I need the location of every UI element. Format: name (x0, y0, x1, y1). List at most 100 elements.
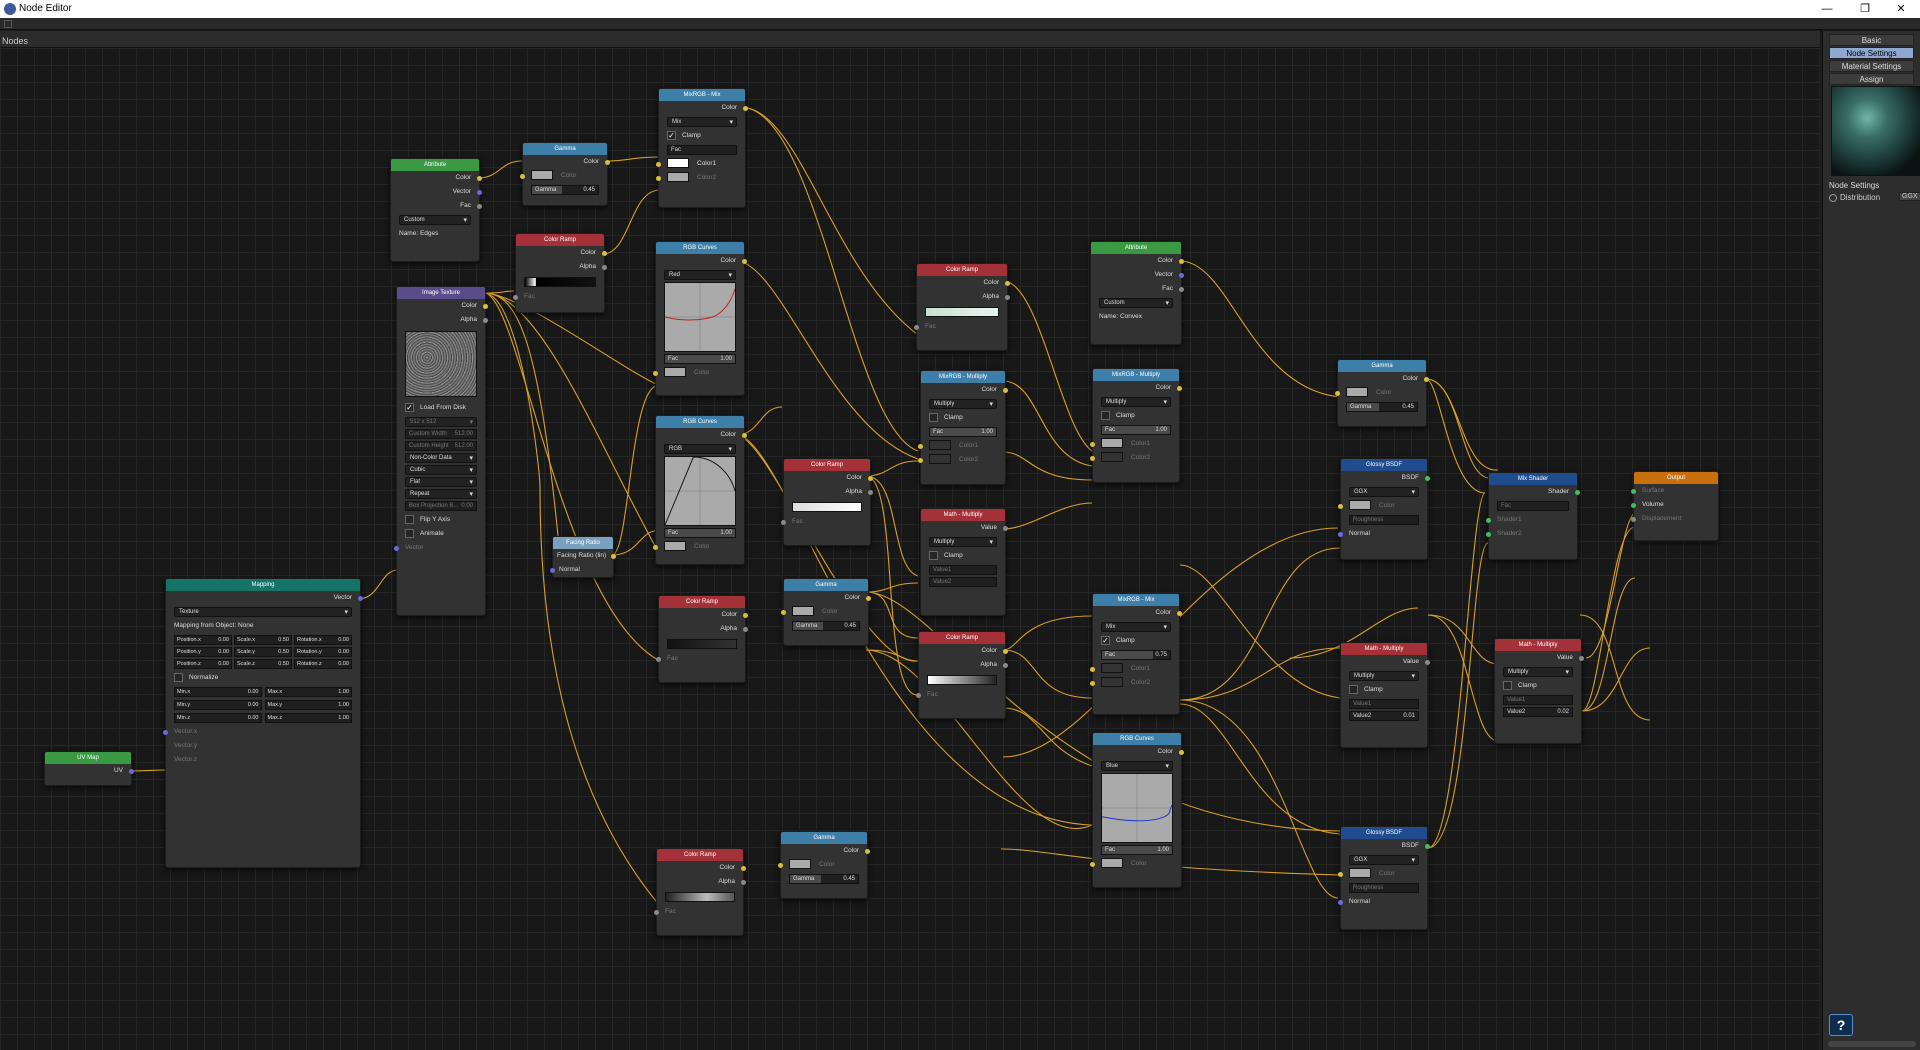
distribution-value[interactable]: GGX (1899, 192, 1920, 201)
minimize-button[interactable]: — (1812, 1, 1842, 17)
node-math-multiply[interactable]: Math - Multiply Value Multiply Clamp Val… (1340, 642, 1430, 748)
output-socket[interactable] (741, 866, 746, 871)
input-socket[interactable] (1090, 862, 1095, 867)
input-socket[interactable] (1338, 872, 1343, 877)
node-output[interactable]: Output Surface Volume Displacement (1631, 471, 1719, 541)
operation-dropdown[interactable]: Multiply (1349, 671, 1419, 681)
output-socket[interactable] (742, 433, 747, 438)
rotation-x-field[interactable]: Rotation.x 0.00 (294, 635, 352, 645)
node-title[interactable]: Attribute (391, 159, 479, 171)
distribution-dropdown[interactable]: GGX (1349, 855, 1419, 865)
roughness-slider[interactable]: Roughness (1349, 883, 1419, 893)
attribute-type-dropdown[interactable]: Custom (399, 215, 471, 225)
input-socket[interactable] (163, 730, 168, 735)
value2-field[interactable]: Value2 0.02 (1503, 707, 1573, 717)
node-canvas[interactable]: UV Map UV Mapping Vector Texture Mapping… (0, 48, 1820, 1050)
input-socket[interactable] (1631, 517, 1636, 522)
node-mapping[interactable]: Mapping Vector Texture Mapping from Obje… (163, 578, 363, 868)
extension-dropdown[interactable]: Repeat (405, 489, 477, 499)
input-socket[interactable] (653, 545, 658, 550)
node-gamma[interactable]: Gamma Color Color Gamma 0.45 (778, 831, 870, 899)
input-socket[interactable] (916, 693, 921, 698)
node-title[interactable]: Glossy BSDF (1341, 827, 1427, 839)
node-title[interactable]: Color Ramp (657, 849, 743, 861)
roughness-slider[interactable]: Roughness (1349, 515, 1419, 525)
interpolation-dropdown[interactable]: Cubic (405, 465, 477, 475)
input-socket[interactable] (513, 295, 518, 300)
projection-dropdown[interactable]: Flat (405, 477, 477, 487)
node-color-ramp[interactable]: Color Ramp Color Alpha Fac (656, 595, 748, 683)
node-mixrgb-multiply[interactable]: MixRGB - Multiply Color Multiply Clamp F… (1090, 368, 1182, 483)
fac-slider[interactable]: Fac (1497, 501, 1569, 511)
color-swatch[interactable] (1101, 452, 1123, 463)
horizontal-scrollbar[interactable] (1828, 1041, 1916, 1047)
node-glossy-bsdf[interactable]: Glossy BSDF BSDF GGX Color Roughness Nor… (1338, 458, 1430, 560)
node-title[interactable]: MixRGB - Mix (659, 89, 745, 101)
color-swatch[interactable] (667, 158, 689, 169)
node-title[interactable]: Gamma (523, 143, 607, 155)
min-x-field[interactable]: Min.x 0.00 (174, 687, 262, 697)
output-socket[interactable] (1177, 611, 1182, 616)
node-title[interactable]: RGB Curves (1093, 733, 1181, 745)
color-swatch[interactable] (1101, 858, 1123, 869)
node-title[interactable]: Color Ramp (516, 234, 604, 246)
input-socket[interactable] (778, 863, 783, 868)
output-socket[interactable] (602, 251, 607, 256)
min-y-field[interactable]: Min.y 0.00 (174, 700, 262, 710)
color-ramp-gradient[interactable] (665, 892, 735, 902)
node-title[interactable]: Gamma (784, 579, 868, 591)
node-title[interactable]: MixRGB - Multiply (1093, 369, 1179, 381)
attribute-name-field[interactable]: Name: Edges (391, 227, 479, 241)
close-button[interactable]: ✕ (1886, 1, 1916, 17)
rotation-z-field[interactable]: Rotation.z 0.00 (294, 659, 352, 669)
fac-slider[interactable]: Fac 1.00 (664, 354, 736, 364)
node-title[interactable]: MixRGB - Mix (1093, 594, 1179, 606)
fac-slider[interactable]: Fac 1.00 (1101, 425, 1171, 435)
node-gamma[interactable]: Gamma Color Color Gamma 0.45 (1335, 359, 1429, 427)
node-math-multiply[interactable]: Math - Multiply Value Multiply Clamp Val… (1494, 638, 1584, 744)
color-swatch[interactable] (1349, 500, 1371, 511)
color-swatch[interactable] (792, 606, 814, 617)
color-ramp-gradient[interactable] (667, 639, 737, 649)
distribution-radio[interactable] (1829, 193, 1837, 202)
output-socket[interactable] (743, 627, 748, 632)
node-title[interactable]: UV Map (45, 752, 131, 764)
color-ramp-gradient[interactable] (927, 675, 997, 685)
output-socket[interactable] (1003, 388, 1008, 393)
node-title[interactable]: Gamma (1338, 360, 1426, 372)
output-socket[interactable] (1425, 476, 1430, 481)
node-color-ramp[interactable]: Color Ramp Color Alpha Fac (781, 458, 873, 546)
input-socket[interactable] (656, 657, 661, 662)
tab-basic[interactable]: Basic (1829, 34, 1914, 46)
node-title[interactable]: Mapping (166, 579, 360, 591)
max-y-field[interactable]: Max.y 1.00 (264, 700, 352, 710)
input-socket[interactable] (654, 910, 659, 915)
output-socket[interactable] (1005, 295, 1010, 300)
panel-grip-icon[interactable] (4, 20, 12, 28)
rotation-y-field[interactable]: Rotation.y 0.00 (294, 647, 352, 657)
node-title[interactable]: Glossy BSDF (1341, 459, 1427, 471)
input-socket[interactable] (781, 520, 786, 525)
node-color-ramp[interactable]: Color Ramp Color Alpha Fac (654, 848, 746, 936)
value1-field[interactable]: Value1 (929, 565, 997, 575)
attribute-type-dropdown[interactable]: Custom (1099, 298, 1173, 308)
output-socket[interactable] (1005, 281, 1010, 286)
animate-checkbox[interactable] (405, 528, 414, 538)
node-glossy-bsdf[interactable]: Glossy BSDF BSDF GGX Color Roughness Nor… (1338, 826, 1430, 930)
color-ramp-gradient[interactable] (925, 307, 999, 317)
node-title[interactable]: Facing Ratio (553, 537, 613, 549)
channel-dropdown[interactable]: Blue (1101, 761, 1173, 771)
input-socket[interactable] (550, 568, 555, 573)
color-swatch[interactable] (1101, 677, 1123, 688)
position-y-field[interactable]: Position.y 0.00 (174, 647, 232, 657)
output-socket[interactable] (477, 190, 482, 195)
output-socket[interactable] (1179, 750, 1184, 755)
position-z-field[interactable]: Position.z 0.00 (174, 659, 232, 669)
output-socket[interactable] (742, 259, 747, 264)
input-socket[interactable] (1090, 681, 1095, 686)
channel-dropdown[interactable]: RGB (664, 444, 736, 454)
output-socket[interactable] (1179, 273, 1184, 278)
node-mixrgb-mix[interactable]: MixRGB - Mix Color Mix ✓ Clamp Fac0.75 Co… (1090, 593, 1182, 715)
node-title[interactable]: Math - Multiply (1495, 639, 1581, 651)
input-socket[interactable] (781, 610, 786, 615)
